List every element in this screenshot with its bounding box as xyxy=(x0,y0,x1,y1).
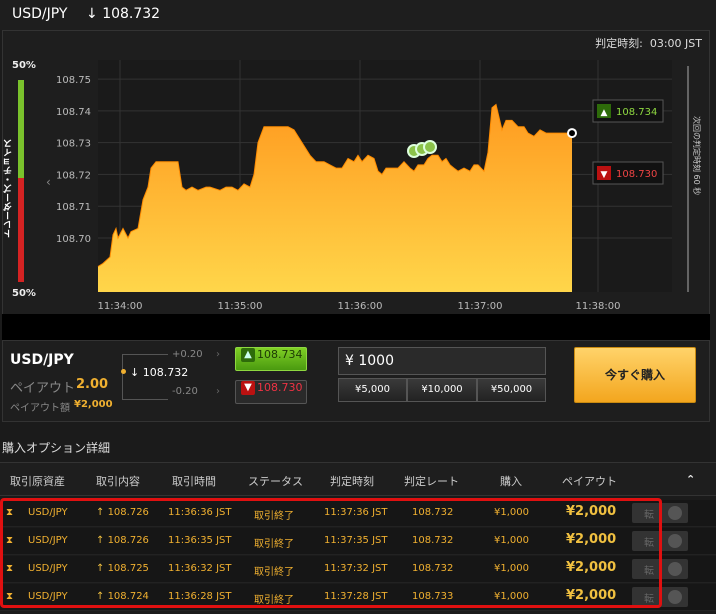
rate-bracket-top xyxy=(122,354,168,355)
th-content: 取引内容 xyxy=(96,475,140,488)
x-tick-label: 11:34:00 xyxy=(98,301,143,312)
collapse-icon[interactable]: ⌃ xyxy=(686,473,695,486)
close-icon xyxy=(668,506,682,520)
y-tick-label: 108.72 xyxy=(56,170,91,181)
trader-choice-label: トレーダーズ・チョイス xyxy=(4,139,14,238)
th-judge: 判定時刻 xyxy=(330,475,374,488)
amount-input[interactable]: ¥ 1000 xyxy=(338,347,546,375)
y-tick-label: 108.71 xyxy=(56,202,91,213)
low-button[interactable]: ▼ 108.730 xyxy=(235,380,307,404)
judge-time-value: 03:00 JST xyxy=(649,37,702,50)
chart-footer-band xyxy=(2,314,710,340)
price-chart: 108.75 108.74 108.73 108.72 108.71 108.70 11:3… xyxy=(56,60,702,312)
chart-low-badge: ▼ 108.730 xyxy=(592,161,664,185)
section-title: 購入オプション詳細 xyxy=(2,441,111,455)
th-status: ステータス xyxy=(248,475,303,488)
low-rate: 108.730 xyxy=(257,381,303,394)
trader-choice-gauge: 50% トレーダーズ・チョイス 50% xyxy=(4,58,40,306)
th-rate: 判定レート xyxy=(404,475,459,488)
judge-time-label: 判定時刻: xyxy=(595,37,643,50)
y-tick-label: 108.70 xyxy=(56,234,91,245)
x-tick-label: 11:37:00 xyxy=(458,301,503,312)
table-header: 取引原資産 取引内容 取引時間 ステータス 判定時刻 判定レート 購入 ペイアウ… xyxy=(0,462,716,496)
chart-scroll-left-icon[interactable]: ‹ xyxy=(46,175,51,189)
chevron-right-icon: › xyxy=(216,386,220,397)
header-rate-value: 108.732 xyxy=(102,6,161,22)
highlight-box xyxy=(0,498,662,608)
arrow-up-icon: ▲ xyxy=(241,348,255,362)
payout-value: 2.00 xyxy=(76,377,109,392)
current-price-dot xyxy=(567,128,577,139)
x-tick-label: 11:35:00 xyxy=(218,301,263,312)
x-tick-label: 11:38:00 xyxy=(576,301,621,312)
buy-now-button[interactable]: 今すぐ購入 xyxy=(574,347,696,403)
rate-dot xyxy=(121,369,126,374)
high-button[interactable]: ▲ 108.734 xyxy=(235,347,307,371)
th-time: 取引時間 xyxy=(172,475,216,488)
close-icon xyxy=(668,590,682,604)
y-tick-label: 108.74 xyxy=(56,107,91,118)
th-payout: ペイアウト xyxy=(562,475,617,488)
rate-bracket xyxy=(122,354,124,400)
down-arrow-icon: ↓ xyxy=(86,6,98,22)
x-tick-label: 11:36:00 xyxy=(338,301,383,312)
judge-time: 判定時刻: 03:00 JST xyxy=(595,35,702,51)
pct-bottom: 50% xyxy=(12,288,36,299)
amount-5000-button[interactable]: ¥5,000 xyxy=(338,378,407,402)
th-asset: 取引原資産 xyxy=(10,475,65,488)
chart-high-badge-arrow-icon: ▲ xyxy=(601,108,608,118)
current-rate-value: 108.732 xyxy=(142,366,189,379)
close-icon xyxy=(668,562,682,576)
chevron-right-icon: › xyxy=(216,349,220,360)
trade-marker xyxy=(423,140,437,154)
payout-label: ペイアウト xyxy=(10,381,76,396)
y-tick-label: 108.75 xyxy=(56,75,91,86)
offset-up: +0.20 xyxy=(172,349,203,360)
trade-pair: USD/JPY xyxy=(10,352,74,368)
chart-high-badge: ▲ 108.734 xyxy=(592,99,664,123)
header-rate: ↓ 108.732 xyxy=(86,6,160,22)
amount-50000-button[interactable]: ¥50,000 xyxy=(477,378,546,402)
down-arrow-icon: ↓ xyxy=(130,366,140,379)
high-rate: 108.734 xyxy=(257,348,303,361)
payout-amount-value: ¥2,000 xyxy=(74,399,113,410)
pair-title: USD/JPY xyxy=(12,6,68,22)
chart-high-badge-label: 108.734 xyxy=(616,107,657,118)
payout-amount-label: ペイアウト額 xyxy=(10,403,70,414)
rate-bracket-bottom xyxy=(122,399,168,400)
close-icon xyxy=(668,534,682,548)
current-rate: ↓ 108.732 xyxy=(130,366,188,379)
offset-down: -0.20 xyxy=(172,386,198,397)
arrow-down-icon: ▼ xyxy=(241,381,255,395)
amount-10000-button[interactable]: ¥10,000 xyxy=(407,378,477,402)
y-tick-label: 108.73 xyxy=(56,139,91,150)
th-purchase: 購入 xyxy=(500,475,522,488)
next-judge-label: 次回の判定時刻 60 秒 xyxy=(692,116,702,195)
pct-top: 50% xyxy=(12,60,36,71)
chart-low-badge-label: 108.730 xyxy=(616,169,657,180)
chart-low-badge-arrow-icon: ▼ xyxy=(601,170,608,180)
